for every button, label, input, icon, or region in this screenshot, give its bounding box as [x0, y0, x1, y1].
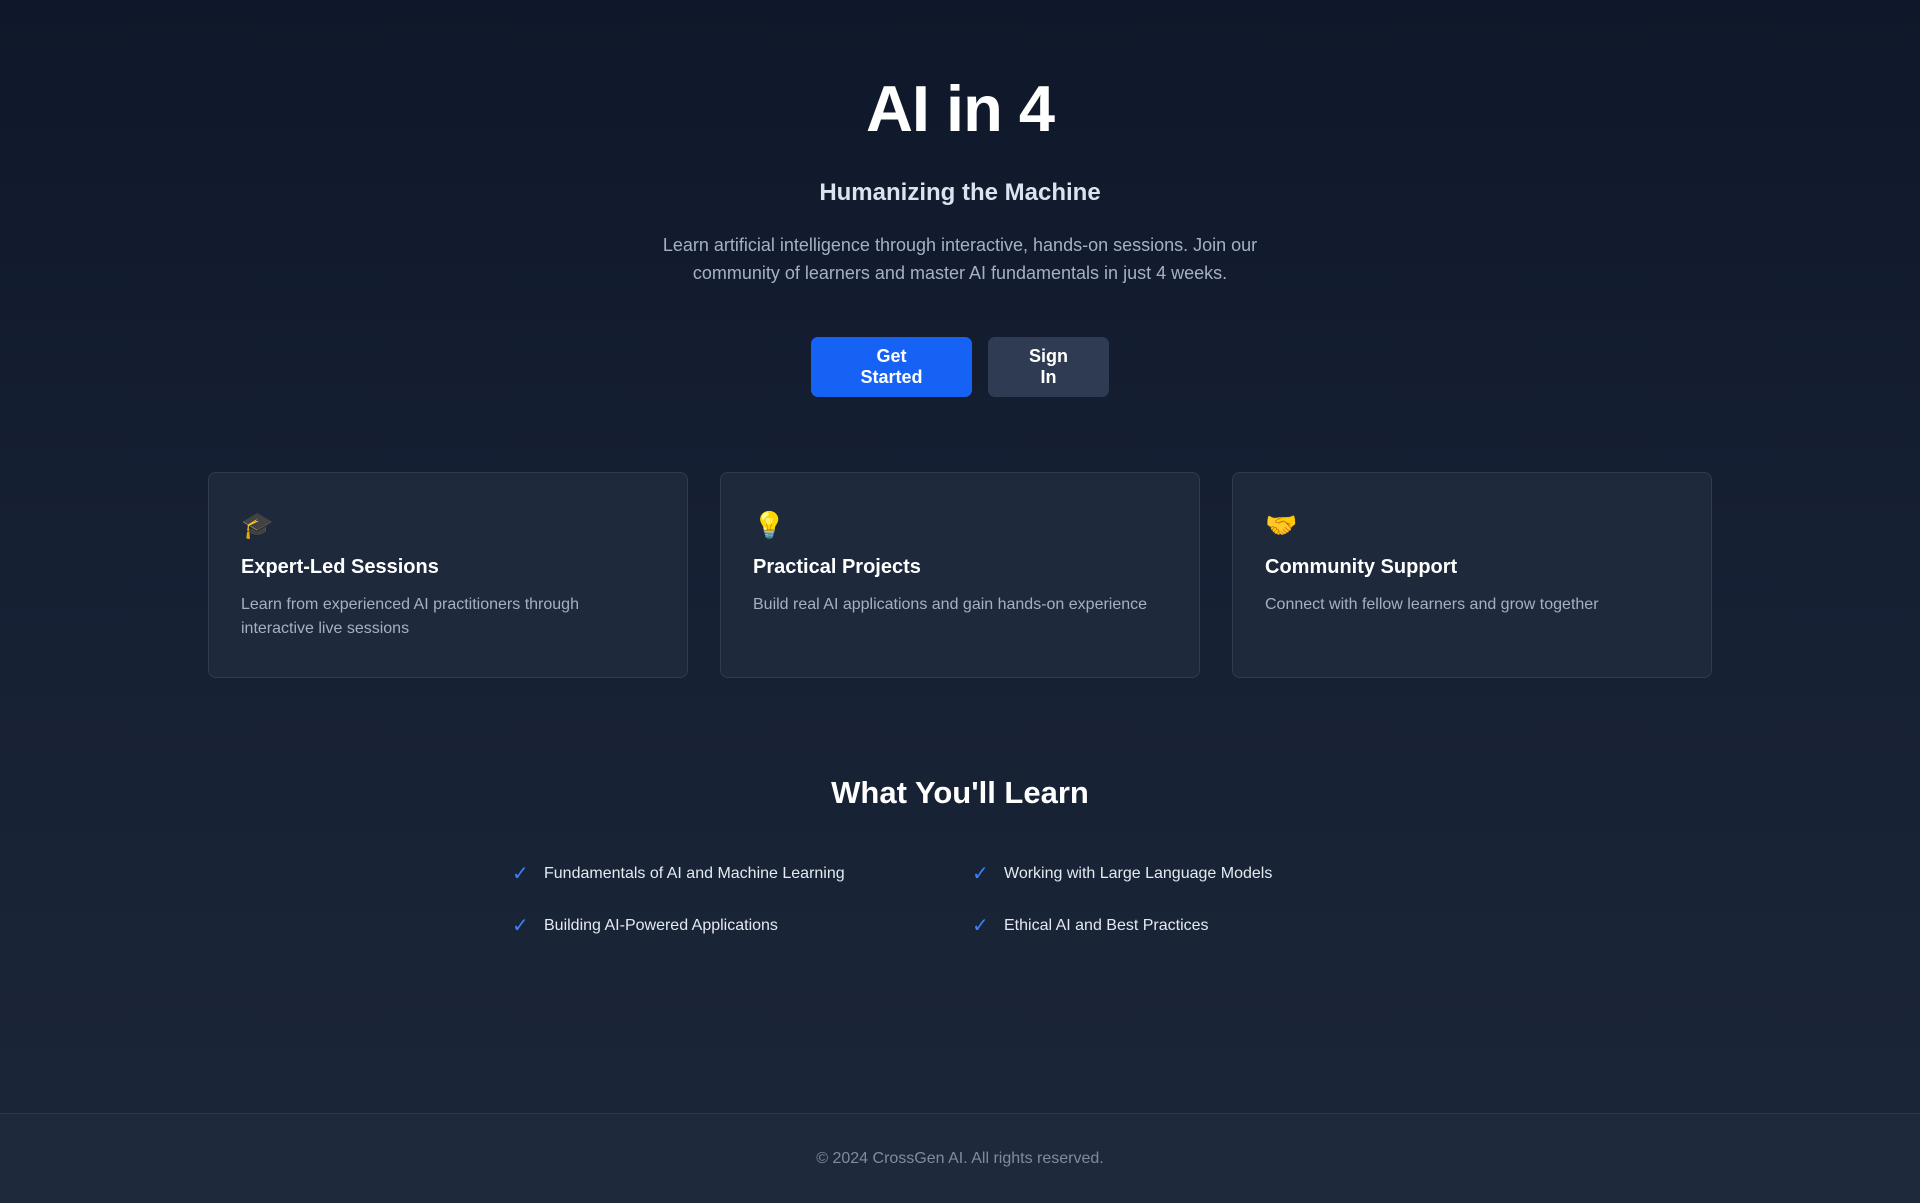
footer: © 2024 CrossGen AI. All rights reserved. — [0, 1113, 1920, 1203]
feature-title: Community Support — [1265, 556, 1458, 578]
feature-card-expert-led: 🎓 Expert-Led Sessions Learn from experie… — [208, 472, 688, 678]
learn-title: What You'll Learn — [831, 775, 1089, 810]
feature-description: Learn from experienced AI practitioners … — [241, 596, 579, 637]
list-item-label: Ethical AI and Best Practices — [1004, 917, 1209, 934]
handshake-icon: 🤝 — [1265, 510, 1298, 540]
hero-section: AI in 4 Humanizing the Machine Learn art… — [0, 0, 1920, 397]
feature-description: Connect with fellow learners and grow to… — [1265, 596, 1599, 613]
check-icon: ✓ — [972, 915, 989, 937]
sign-in-button[interactable]: Sign In — [988, 337, 1109, 397]
feature-card-practical-projects: 💡 Practical Projects Build real AI appli… — [720, 472, 1200, 678]
learn-list: ✓ Fundamentals of AI and Machine Learnin… — [510, 859, 1430, 941]
list-item: ✓ Fundamentals of AI and Machine Learnin… — [510, 859, 970, 889]
page-title: AI in 4 — [865, 72, 1055, 145]
feature-card-community-support: 🤝 Community Support Connect with fellow … — [1232, 472, 1712, 678]
check-icon: ✓ — [972, 863, 989, 885]
hero-actions: Get Started Sign In — [0, 337, 1920, 397]
list-item: ✓ Building AI-Powered Applications — [510, 911, 970, 941]
hero-description: Learn artificial intelligence through in… — [662, 235, 1258, 283]
copyright-text: © 2024 CrossGen AI. All rights reserved. — [816, 1150, 1104, 1167]
list-item: ✓ Ethical AI and Best Practices — [970, 911, 1430, 941]
hero-subtitle: Humanizing the Machine — [819, 179, 1101, 206]
check-icon: ✓ — [512, 863, 529, 885]
list-item-label: Fundamentals of AI and Machine Learning — [544, 865, 845, 882]
features-section: 🎓 Expert-Led Sessions Learn from experie… — [208, 472, 1712, 678]
list-item-label: Working with Large Language Models — [1004, 865, 1273, 882]
check-icon: ✓ — [512, 915, 529, 937]
list-item: ✓ Working with Large Language Models — [970, 859, 1430, 889]
list-item-label: Building AI-Powered Applications — [544, 917, 778, 934]
learn-section: What You'll Learn ✓ Fundamentals of AI a… — [0, 773, 1920, 936]
lightbulb-icon: 💡 — [753, 510, 786, 540]
graduation-cap-icon: 🎓 — [241, 510, 274, 540]
feature-title: Practical Projects — [753, 556, 921, 578]
feature-title: Expert-Led Sessions — [241, 556, 439, 578]
feature-description: Build real AI applications and gain hand… — [753, 596, 1148, 613]
get-started-button[interactable]: Get Started — [811, 337, 972, 397]
